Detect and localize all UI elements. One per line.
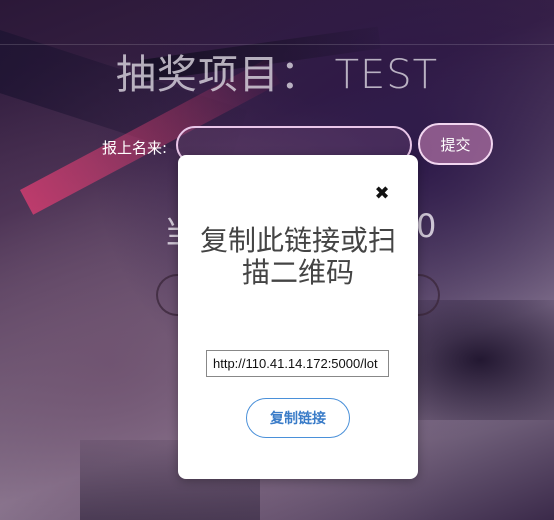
name-label: 报上名来: — [102, 139, 168, 157]
copy-link-button[interactable]: 复制链接 — [246, 398, 350, 438]
share-link-input[interactable] — [206, 350, 389, 377]
count-text-right: 0 — [416, 207, 437, 245]
modal-title: 复制此链接或扫描二维码 — [199, 224, 396, 289]
close-icon[interactable]: ✖ — [374, 185, 390, 203]
submit-button[interactable]: 提交 — [418, 123, 493, 165]
share-modal: ✖ 复制此链接或扫描二维码 复制链接 — [178, 155, 418, 479]
page-title: 抽奖项目： TEST — [115, 52, 439, 98]
